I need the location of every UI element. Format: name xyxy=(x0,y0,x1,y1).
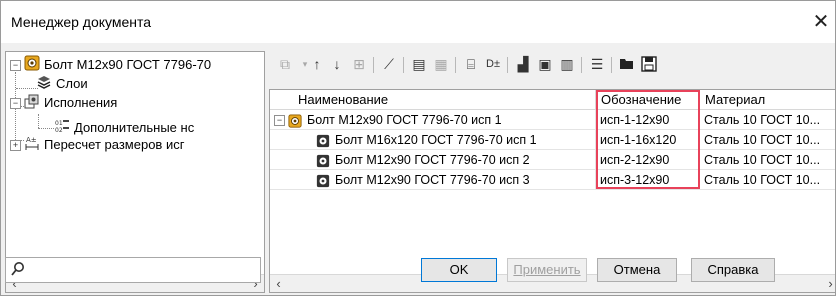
executions-icon xyxy=(24,93,40,114)
cell-material[interactable]: Сталь 10 ГОСТ 10... xyxy=(700,110,835,130)
toolbar-separator xyxy=(455,57,456,73)
copy-icon[interactable]: ▣ xyxy=(535,54,555,74)
expand-icon[interactable]: + xyxy=(10,140,21,151)
tree-item-label: Исполнения xyxy=(44,94,118,110)
part-icon xyxy=(288,114,302,128)
list-icon[interactable]: ☰ xyxy=(587,54,607,74)
table-icon[interactable]: ⊞ xyxy=(349,54,369,74)
ok-button[interactable]: OK xyxy=(421,258,497,282)
execution-icon xyxy=(316,134,330,148)
rename-icon[interactable]: ⌸ xyxy=(461,54,481,74)
toolbar-separator xyxy=(507,57,508,73)
cell-name[interactable]: Болт М12х90 ГОСТ 7796-70 исп 2 xyxy=(270,150,596,170)
close-button[interactable]: ✕ xyxy=(807,1,835,43)
execution-icon xyxy=(316,154,330,168)
layers-icon xyxy=(36,74,52,95)
table-row[interactable]: − Болт М12х90 ГОСТ 7796-70 исп 1 исп-1-12… xyxy=(270,110,835,130)
help-button[interactable]: Справка xyxy=(691,258,775,282)
cell-name[interactable]: Болт М16х120 ГОСТ 7796-70 исп 1 xyxy=(270,130,596,150)
collapse-icon[interactable]: − xyxy=(10,98,21,109)
cancel-button[interactable]: Отмена xyxy=(597,258,677,282)
toolbar-separator xyxy=(403,57,404,73)
title-bar: Менеджер документа ✕ xyxy=(1,1,835,43)
cell-name[interactable]: Болт М12х90 ГОСТ 7796-70 исп 3 xyxy=(270,170,596,190)
tree-item-additional[interactable]: 01 02 Дополнительные нс xyxy=(54,118,194,136)
tree-connector xyxy=(38,114,39,128)
part-icon xyxy=(24,55,40,76)
properties-icon[interactable]: ▤ xyxy=(409,54,429,74)
table-row[interactable]: Болт М12х90 ГОСТ 7796-70 исп 2 исп-2-12х… xyxy=(270,150,835,170)
toolbar: ⧉ ▾ ↑ ↓ ⊞ ⟋ ▤ ▦ ⌸ D± ▟ ▣ ▥ ☰ xyxy=(271,51,835,79)
apply-button-label: Применить xyxy=(513,262,581,277)
tree-item-layers[interactable]: Слои xyxy=(36,74,88,92)
scroll-left-icon[interactable]: ‹ xyxy=(270,275,287,292)
scroll-right-icon[interactable]: › xyxy=(822,275,835,292)
tree-item-recalc[interactable]: + A± Пересчет размеров исг xyxy=(10,135,184,153)
collapse-icon[interactable]: − xyxy=(274,115,285,127)
tree-item-executions[interactable]: − Исполнения xyxy=(10,93,117,111)
tree-connector xyxy=(38,128,54,129)
tree-item-label: Дополнительные нс xyxy=(74,119,195,135)
add-row-icon[interactable]: ⧉ xyxy=(275,54,295,74)
cell-designation[interactable]: исп-2-12х90 xyxy=(596,150,700,170)
cell-name[interactable]: − Болт М12х90 ГОСТ 7796-70 исп 1 xyxy=(270,110,596,130)
toolbar-separator xyxy=(373,57,374,73)
magic-wand-icon[interactable]: ⟋ xyxy=(379,54,399,74)
cell-material[interactable]: Сталь 10 ГОСТ 10... xyxy=(700,170,835,190)
svg-text:01: 01 xyxy=(55,120,63,127)
column-header-name[interactable]: Наименование xyxy=(270,90,596,110)
cell-designation[interactable]: исп-1-16х120 xyxy=(596,130,700,150)
cell-designation[interactable]: исп-3-12х90 xyxy=(596,170,700,190)
column-header-material[interactable]: Материал xyxy=(700,90,835,110)
svg-text:A±: A± xyxy=(26,136,37,144)
window-title: Менеджер документа xyxy=(11,14,152,30)
move-up-icon[interactable]: ↑ xyxy=(307,54,327,74)
dplus-icon[interactable]: D± xyxy=(483,54,503,74)
collapse-icon[interactable]: − xyxy=(10,60,21,71)
table-row[interactable]: Болт М16х120 ГОСТ 7796-70 исп 1 исп-1-16… xyxy=(270,130,835,150)
paste-icon[interactable]: ▟ xyxy=(513,54,533,74)
tree-root[interactable]: − Болт М12х90 ГОСТ 7796-70 xyxy=(10,55,211,73)
tree-item-label: Слои xyxy=(56,75,88,91)
open-folder-icon[interactable] xyxy=(617,54,637,74)
toolbar-separator xyxy=(611,57,612,73)
search-field[interactable] xyxy=(5,257,261,283)
tree-connector xyxy=(16,88,38,89)
cell-material[interactable]: Сталь 10 ГОСТ 10... xyxy=(700,150,835,170)
cell-material[interactable]: Сталь 10 ГОСТ 10... xyxy=(700,130,835,150)
columns-icon[interactable]: ▦ xyxy=(431,54,451,74)
group-icon[interactable]: ▥ xyxy=(557,54,577,74)
save-icon[interactable] xyxy=(639,54,659,74)
move-down-icon[interactable]: ↓ xyxy=(327,54,347,74)
cell-designation[interactable]: исп-1-12х90 xyxy=(596,110,700,130)
dimension-icon: A± xyxy=(24,135,40,156)
column-header-designation[interactable]: Обозначение xyxy=(596,90,700,110)
svg-text:02: 02 xyxy=(55,127,63,134)
tree-root-label: Болт М12х90 ГОСТ 7796-70 xyxy=(44,56,212,72)
tree-item-label: Пересчет размеров исг xyxy=(44,136,185,152)
apply-button[interactable]: Применить xyxy=(507,258,587,282)
search-icon xyxy=(10,261,26,280)
table-row[interactable]: Болт М12х90 ГОСТ 7796-70 исп 3 исп-3-12х… xyxy=(270,170,835,190)
execution-icon xyxy=(316,174,330,188)
document-manager-window: Менеджер документа ✕ − Болт М12х90 ГОСТ 7… xyxy=(0,0,836,296)
toolbar-separator xyxy=(581,57,582,73)
